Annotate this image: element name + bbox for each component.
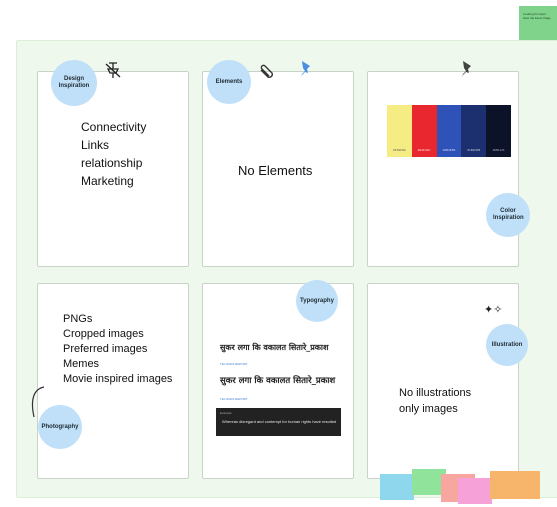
illustration-list: No illustrations only images <box>399 385 471 417</box>
sticky-note-blue[interactable] <box>380 474 414 500</box>
type-sample-dark: Example Whereas disregard and contempt f… <box>216 408 341 436</box>
unpinned-icon[interactable] <box>103 60 123 85</box>
list-item: Memes <box>63 358 100 370</box>
list-item: only images <box>399 403 458 415</box>
pin-icon[interactable] <box>295 58 315 83</box>
paperclip-icon[interactable] <box>257 62 277 87</box>
color-palette: #F7EF8A #E11D2C #2B4FB3 #1B2C6B #0B1126 <box>387 105 511 157</box>
color-swatch: #1B2C6B <box>461 105 487 157</box>
pin-icon[interactable] <box>456 58 476 83</box>
card-color-inspiration[interactable] <box>367 71 519 267</box>
list-item: Movie inspired images <box>63 373 173 385</box>
illustration-badge[interactable]: Illustration <box>486 324 528 366</box>
color-swatch: #0B1126 <box>486 105 511 157</box>
photography-list: PNGs Cropped images Preferred images Mem… <box>63 312 172 387</box>
color-swatch: #F7EF8A <box>387 105 412 157</box>
dark-sample-text: Whereas disregard and contempt for human… <box>222 419 337 424</box>
hindi-sample-1: सुकर लगा कि वकालत सितारे_प्रकाश <box>220 343 329 352</box>
photography-badge[interactable]: Photography <box>38 405 82 449</box>
sticky-note-pink[interactable] <box>458 478 492 504</box>
list-item: No illustrations <box>399 387 472 399</box>
list-item: Cropped images <box>63 328 144 340</box>
color-swatch: #2B4FB3 <box>436 105 462 157</box>
list-item: relationship <box>81 156 143 170</box>
design-inspiration-list: Connectivity Links relationship Marketin… <box>81 118 146 190</box>
hindi-sample-2: सुकर लगा कि वकालत सितारे_प्रकाश <box>220 376 336 386</box>
design-inspiration-badge[interactable]: Design Inspiration <box>51 60 97 106</box>
sparkle-icon: ✦✧ <box>484 304 503 316</box>
list-item: Preferred images <box>63 343 148 355</box>
elements-badge[interactable]: Elements <box>207 60 251 104</box>
typography-badge[interactable]: Typography <box>296 280 338 322</box>
color-inspiration-badge[interactable]: Color Inspiration <box>486 193 530 237</box>
typeface-label: TEJ HINDI REPORT <box>220 362 248 366</box>
list-item: PNGs <box>63 313 93 325</box>
corner-sticky-text: Looking for inspir… Give Ink Feed: Page… <box>523 12 554 20</box>
no-elements-text: No Elements <box>238 163 313 178</box>
color-swatch: #E11D2C <box>411 105 437 157</box>
list-item: Connectivity <box>81 120 147 134</box>
sticky-note-orange[interactable] <box>490 471 540 499</box>
dark-sample-label: Example <box>220 411 232 415</box>
typeface-label: TEJ HINDI REPORT <box>220 397 248 401</box>
list-item: Links <box>81 138 110 152</box>
list-item: Marketing <box>81 174 134 188</box>
